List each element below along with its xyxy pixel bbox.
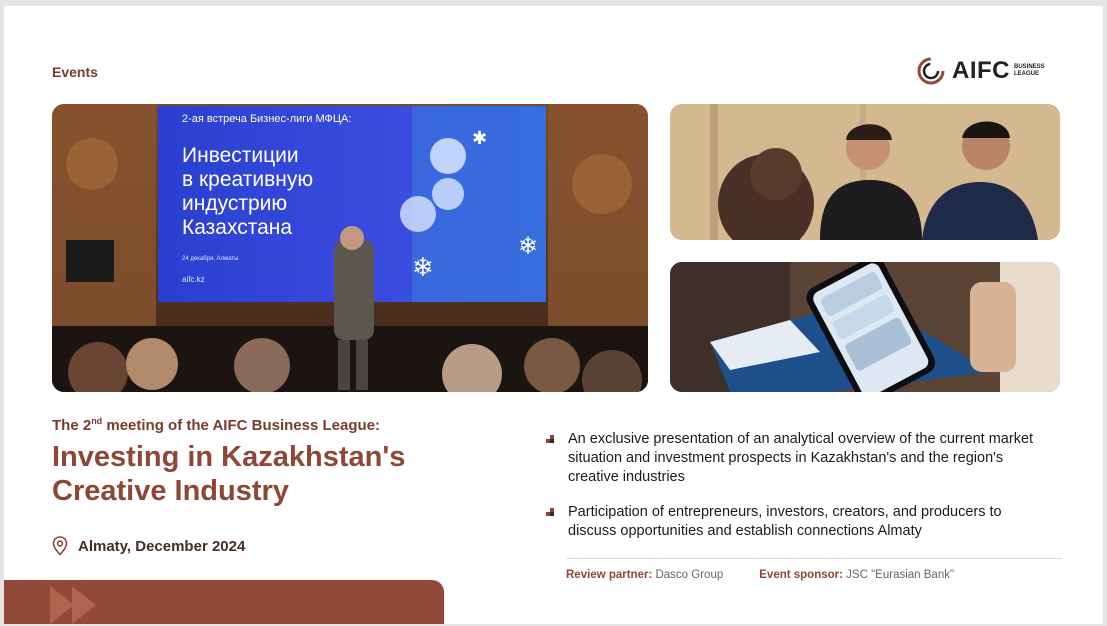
bullet-item: An exclusive presentation of an analytic… (546, 430, 1046, 487)
screen-url: aifc.kz (182, 275, 205, 284)
review-partner-value: Dasco Group (655, 569, 724, 581)
event-subtitle: The 2nd meeting of the AIFC Business Lea… (52, 416, 380, 434)
slide: Events AIFC BUSINESS LEAGUE ❄ ❄ ✱ 2-ая в… (4, 6, 1103, 624)
screen-line-1: 2-ая встреча Бизнес-лиги МФЦА: (182, 113, 351, 125)
review-partner-label: Review partner: (566, 569, 653, 581)
screen-line-5: Казахстана (182, 216, 292, 239)
phone-photo (670, 262, 1060, 392)
event-sponsor-label: Event sponsor: (759, 569, 843, 581)
aifc-logo-icon (917, 57, 945, 85)
double-chevron-icon (50, 586, 96, 624)
event-sponsor-value: JSC "Eurasian Bank" (846, 569, 955, 581)
svg-text:❄: ❄ (518, 233, 538, 260)
bullet-text: Participation of entrepreneurs, investor… (568, 504, 1002, 539)
bullet-text: An exclusive presentation of an analytic… (568, 431, 1034, 485)
location-text: Almaty, December 2024 (78, 537, 246, 555)
svg-text:❄: ❄ (412, 252, 434, 282)
bullet-item: Participation of entrepreneurs, investor… (546, 503, 1046, 541)
subtitle-ordinal: nd (91, 416, 103, 426)
screen-line-3: в креативную (182, 168, 313, 191)
subtitle-part-1: The 2 (52, 417, 92, 434)
screen-line-4: индустрию (182, 192, 287, 215)
logo-text: AIFC (952, 57, 1010, 84)
networking-photo (670, 104, 1060, 240)
event-location: Almaty, December 2024 (52, 536, 245, 556)
event-sponsor: Event sponsor: JSC "Eurasian Bank" (759, 569, 954, 581)
credits: Review partner: Dasco Group Event sponso… (566, 569, 990, 581)
screen-date: 24 декабря, Алматы (182, 256, 238, 262)
screen-line-2: Инвестиции (182, 144, 299, 167)
svg-text:✱: ✱ (472, 128, 487, 148)
logo-subtext: BUSINESS LEAGUE (1014, 64, 1045, 77)
bullet-marker-icon (546, 435, 562, 487)
review-partner: Review partner: Dasco Group (566, 569, 723, 581)
aifc-logo: AIFC BUSINESS LEAGUE (916, 56, 1054, 86)
location-pin-icon (52, 536, 68, 556)
subtitle-part-2: meeting of the AIFC Business League: (102, 417, 381, 434)
divider (566, 558, 1062, 559)
section-label: Events (52, 64, 98, 80)
bullet-list: An exclusive presentation of an analytic… (546, 430, 1046, 557)
footer-bar (4, 580, 444, 624)
event-headline: Investing in Kazakhstan's Creative Indus… (52, 441, 406, 507)
stage-photo: ❄ ❄ ✱ 2-ая встреча Бизнес-лиги МФЦА: Инв… (52, 104, 648, 392)
bullet-marker-icon (546, 508, 562, 541)
